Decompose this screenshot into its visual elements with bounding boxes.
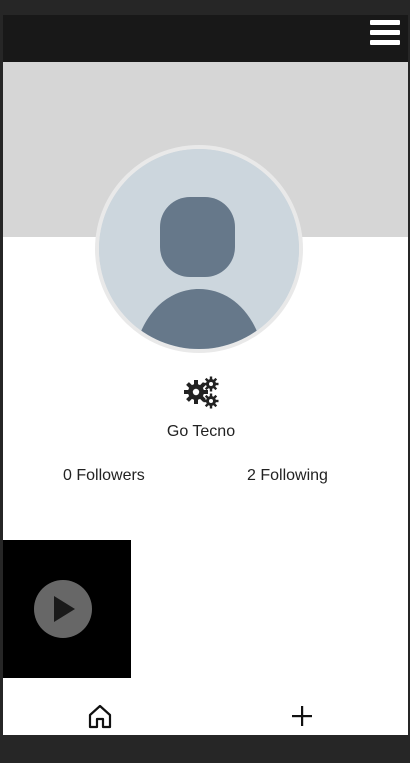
- bottom-nav: [3, 695, 408, 735]
- plus-icon[interactable]: [291, 705, 313, 727]
- following-count-link[interactable]: 2 Following: [247, 467, 328, 485]
- video-thumbnail[interactable]: [3, 540, 131, 678]
- home-icon[interactable]: [87, 703, 113, 729]
- followers-count-link[interactable]: 0 Followers: [63, 467, 145, 485]
- app-screen: Go Tecno 0 Followers 2 Following: [3, 15, 408, 735]
- hamburger-menu-icon[interactable]: [370, 20, 400, 46]
- play-icon[interactable]: [34, 580, 92, 638]
- profile-username: Go Tecno: [166, 423, 236, 440]
- default-user-avatar-icon: [99, 149, 299, 349]
- top-bar: [3, 15, 408, 62]
- settings-gears-icon[interactable]: [181, 374, 221, 410]
- avatar[interactable]: [99, 149, 299, 349]
- device-frame: Go Tecno 0 Followers 2 Following: [0, 0, 410, 763]
